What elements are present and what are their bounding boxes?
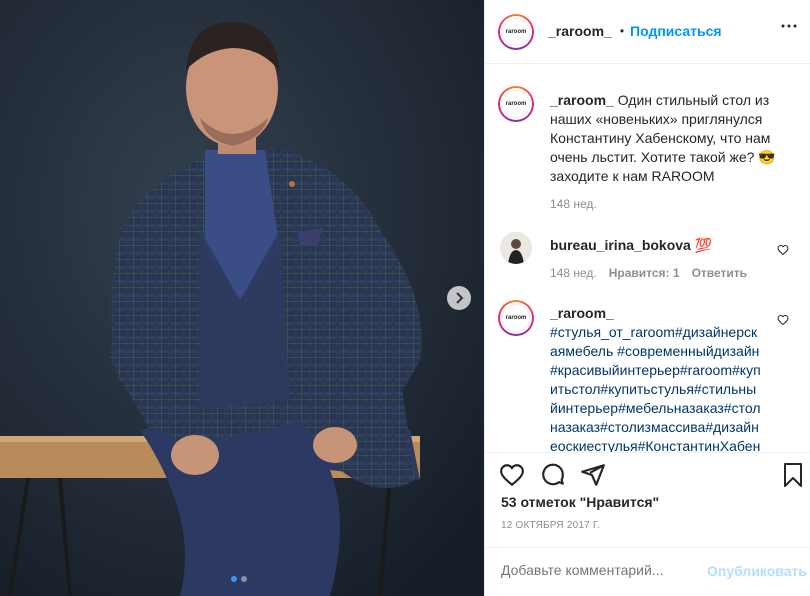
comment-1-age[interactable]: 148 нед. (550, 266, 597, 280)
caption-username[interactable]: _raroom_ (550, 92, 614, 108)
carousel-indicator (231, 576, 247, 582)
carousel-dot (241, 576, 247, 582)
comment-1-text: 💯 (694, 237, 713, 253)
author-avatar[interactable]: raroom (498, 14, 534, 50)
instagram-post-modal: raroom _raroom_ • Подписаться raroom _ra… (0, 0, 810, 596)
likes-count[interactable]: 53 отметок "Нравится" (501, 494, 659, 510)
separator-dot: • (619, 24, 625, 38)
comment-1-username[interactable]: bureau_irina_bokova (550, 237, 691, 253)
share-icon[interactable] (580, 462, 606, 488)
post-photo[interactable] (0, 0, 484, 596)
post-date: 12 ОКТЯБРЯ 2017 Г. (501, 520, 601, 531)
save-bookmark-icon[interactable] (781, 462, 805, 488)
comment-1-likes[interactable]: Нравится: 1 (609, 266, 680, 280)
carousel-dot-active (231, 576, 237, 582)
comment-2-username[interactable]: _raroom_ (550, 304, 762, 323)
publish-button[interactable]: Опубликовать (707, 563, 807, 579)
comment-icon[interactable] (540, 462, 566, 488)
like-comment-2-icon[interactable] (777, 314, 789, 326)
chevron-right-icon (456, 292, 464, 304)
raroom-logo: raroom (502, 18, 530, 46)
comment-1: bureau_irina_bokova 💯 (550, 236, 770, 255)
follow-button[interactable]: Подписаться (630, 23, 722, 39)
comment-2-hashtags[interactable]: #стулья_от_raroom#дизайнерскаямебель #со… (550, 323, 762, 452)
like-icon[interactable] (499, 462, 525, 488)
post-actions: 53 отметок "Нравится" 12 ОКТЯБРЯ 2017 Г. (485, 452, 810, 541)
reply-button[interactable]: Ответить (692, 266, 747, 280)
photo-illustration (0, 0, 484, 596)
raroom-logo: raroom (502, 90, 530, 118)
post-side-panel: raroom _raroom_ • Подписаться raroom _ra… (484, 0, 810, 596)
add-comment-bar: Опубликовать (485, 547, 810, 596)
next-photo-button[interactable] (447, 286, 471, 310)
comment-input[interactable] (501, 562, 681, 578)
comments-list[interactable]: raroom _raroom_ Один стильный стол из на… (485, 64, 810, 452)
caption: _raroom_ Один стильный стол из наших «но… (550, 91, 778, 186)
header-username[interactable]: _raroom_ (548, 23, 612, 39)
post-header: raroom _raroom_ • Подписаться (485, 0, 810, 64)
person-photo-icon (500, 232, 532, 264)
comment-2-avatar[interactable]: raroom (498, 300, 534, 336)
commenter-avatar[interactable] (500, 232, 532, 264)
more-options-icon[interactable] (781, 24, 797, 28)
like-comment-1-icon[interactable] (777, 244, 789, 256)
raroom-logo: raroom (502, 304, 530, 332)
caption-avatar[interactable]: raroom (498, 86, 534, 122)
caption-age[interactable]: 148 нед. (550, 197, 597, 211)
comment-1-meta: 148 нед. Нравится: 1 Ответить (550, 266, 747, 280)
comment-2: _raroom_ #стулья_от_raroom#дизайнерскаям… (550, 304, 762, 452)
